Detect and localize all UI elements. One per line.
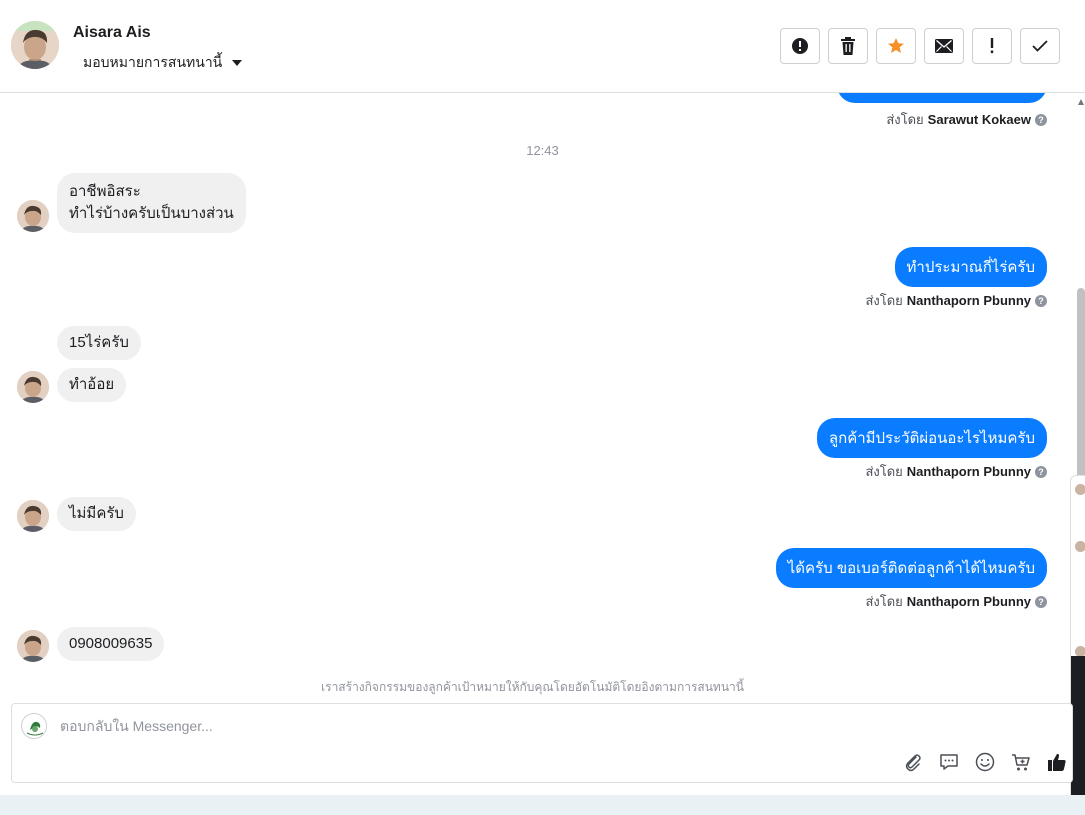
help-icon[interactable]: ? xyxy=(1035,595,1047,608)
time-separator: 12:43 xyxy=(526,143,559,158)
contact-avatar-small[interactable] xyxy=(17,200,49,232)
delete-button[interactable] xyxy=(828,28,868,64)
composer-tools xyxy=(902,751,1068,773)
sender-name: Nanthaporn Pbunny xyxy=(906,464,1031,479)
scroll-up-arrow-icon[interactable] xyxy=(1078,99,1084,105)
emoji-button[interactable] xyxy=(974,751,996,773)
chat-head-avatar[interactable] xyxy=(1075,484,1085,495)
paperclip-icon xyxy=(905,754,921,772)
star-button[interactable] xyxy=(876,28,916,64)
sent-by-label: ส่งโดย Nanthaporn Pbunny ? xyxy=(865,591,1047,612)
sent-by-label: ส่งโดย Sarawut Kokaew ? xyxy=(886,109,1047,130)
saved-reply-icon xyxy=(940,754,958,770)
follow-up-button[interactable] xyxy=(972,28,1012,64)
contact-avatar[interactable] xyxy=(11,21,59,69)
message-line: อาชีพอิสระ xyxy=(69,183,141,200)
contact-name[interactable]: Aisara Ais xyxy=(73,24,151,42)
envelope-icon xyxy=(935,39,953,53)
contact-avatar-small[interactable] xyxy=(17,500,49,532)
message-thread[interactable]: ส่งโดย Sarawut Kokaew ? 12:43 อาชีพอิสระ… xyxy=(0,93,1085,698)
message-line: ทำไร่บ้างครับเป็นบางส่วน xyxy=(69,205,234,222)
lead-activity-notice: เราสร้างกิจกรรมของลูกค้าเป้าหมายให้กับคุ… xyxy=(321,680,744,694)
thumbs-up-icon xyxy=(1048,753,1066,771)
outgoing-message-bubble[interactable]: ลูกค้ามีประวัติผ่อนอะไรไหมครับ xyxy=(816,418,1047,458)
cart-icon xyxy=(1012,754,1030,771)
trash-icon xyxy=(841,37,855,55)
sent-by-label: ส่งโดย Nanthaporn Pbunny ? xyxy=(865,290,1047,311)
shop-button[interactable] xyxy=(1010,751,1032,773)
page-footer-background xyxy=(0,795,1085,815)
outgoing-message-bubble[interactable]: ทำประมาณกี่ไร่ครับ xyxy=(894,247,1047,287)
like-button[interactable] xyxy=(1046,751,1068,773)
help-icon[interactable]: ? xyxy=(1035,465,1047,478)
assign-label: มอบหมายการสนทนานี้ xyxy=(83,54,223,70)
help-icon[interactable]: ? xyxy=(1035,294,1047,307)
outgoing-message-bubble[interactable] xyxy=(837,93,1047,103)
chat-head-avatar[interactable] xyxy=(1075,541,1085,552)
spam-button[interactable] xyxy=(780,28,820,64)
reply-input[interactable] xyxy=(60,718,920,734)
page-logo xyxy=(21,713,47,739)
contact-avatar-small[interactable] xyxy=(17,371,49,403)
caret-down-icon xyxy=(232,60,243,66)
alert-circle-icon xyxy=(792,38,808,54)
help-icon[interactable]: ? xyxy=(1035,113,1047,126)
incoming-message-bubble[interactable]: อาชีพอิสระ ทำไร่บ้างครับเป็นบางส่วน xyxy=(57,173,246,233)
contact-avatar-small[interactable] xyxy=(17,630,49,662)
saved-replies-button[interactable] xyxy=(938,751,960,773)
sender-name: Nanthaporn Pbunny xyxy=(906,293,1031,308)
incoming-message-bubble[interactable]: ทำอ้อย xyxy=(57,368,127,402)
conversation-header: Aisara Ais มอบหมายการสนทนานี้ xyxy=(0,0,1085,93)
assign-conversation-dropdown[interactable]: มอบหมายการสนทนานี้ xyxy=(83,52,243,74)
sent-by-label: ส่งโดย Nanthaporn Pbunny ? xyxy=(865,461,1047,482)
attach-button[interactable] xyxy=(902,751,924,773)
incoming-message-bubble[interactable]: ไม่มีครับ xyxy=(57,497,136,531)
reply-composer xyxy=(11,703,1073,783)
emoji-icon xyxy=(975,752,995,772)
incoming-message-bubble[interactable]: 0908009635 xyxy=(57,627,165,661)
incoming-message-bubble[interactable]: 15ไร่ครับ xyxy=(57,326,141,360)
outgoing-message-bubble[interactable]: ได้ครับ ขอเบอร์ติดต่อลูกค้าได้ไหมครับ xyxy=(775,548,1047,588)
star-icon xyxy=(888,38,904,53)
sender-name: Sarawut Kokaew xyxy=(927,112,1031,127)
check-icon xyxy=(1032,40,1048,52)
mark-unread-button[interactable] xyxy=(924,28,964,64)
sender-name: Nanthaporn Pbunny xyxy=(906,594,1031,609)
done-button[interactable] xyxy=(1020,28,1060,64)
exclamation-icon xyxy=(990,38,994,54)
header-actions xyxy=(780,28,1060,64)
side-panel-dark-area xyxy=(1071,656,1085,810)
